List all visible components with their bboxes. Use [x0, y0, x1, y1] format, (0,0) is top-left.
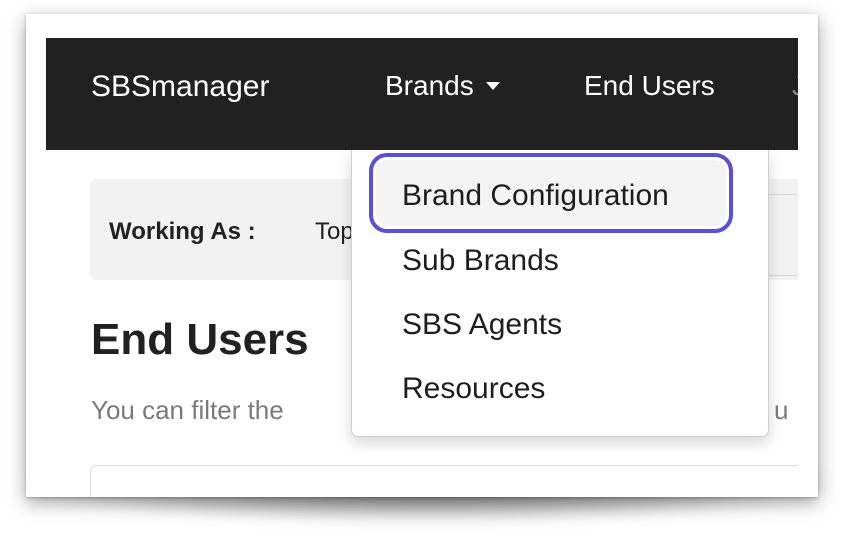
nav-next-item-partial[interactable]: J — [792, 70, 798, 102]
brands-dropdown-menu: Brand Configuration Sub Brands SBS Agent… — [351, 150, 769, 437]
page-description: You can filter the — [91, 395, 284, 425]
page-description-tail: u — [774, 395, 789, 425]
menu-item-sbs-agents[interactable]: SBS Agents — [402, 308, 562, 342]
working-as-value: Top — [315, 218, 354, 245]
nav-end-users[interactable]: End Users — [584, 70, 715, 102]
caret-down-icon — [485, 81, 500, 90]
working-as-selector-edge[interactable] — [766, 194, 798, 276]
menu-item-resources[interactable]: Resources — [402, 372, 545, 406]
menu-item-sub-brands[interactable]: Sub Brands — [402, 244, 559, 278]
menu-item-brand-configuration[interactable]: Brand Configuration — [402, 179, 669, 213]
page-title: End Users — [91, 315, 309, 364]
filter-panel — [90, 465, 798, 497]
app-viewport: SBSmanager Brands End Users J Working As… — [46, 38, 798, 497]
top-navbar: SBSmanager Brands End Users J — [46, 38, 798, 150]
brand-logo-text[interactable]: SBSmanager — [91, 70, 269, 104]
working-as-label: Working As : — [109, 218, 256, 245]
nav-brands-label: Brands — [385, 70, 474, 101]
nav-brands-dropdown[interactable]: Brands — [385, 70, 500, 102]
screenshot-card: SBSmanager Brands End Users J Working As… — [26, 14, 818, 497]
